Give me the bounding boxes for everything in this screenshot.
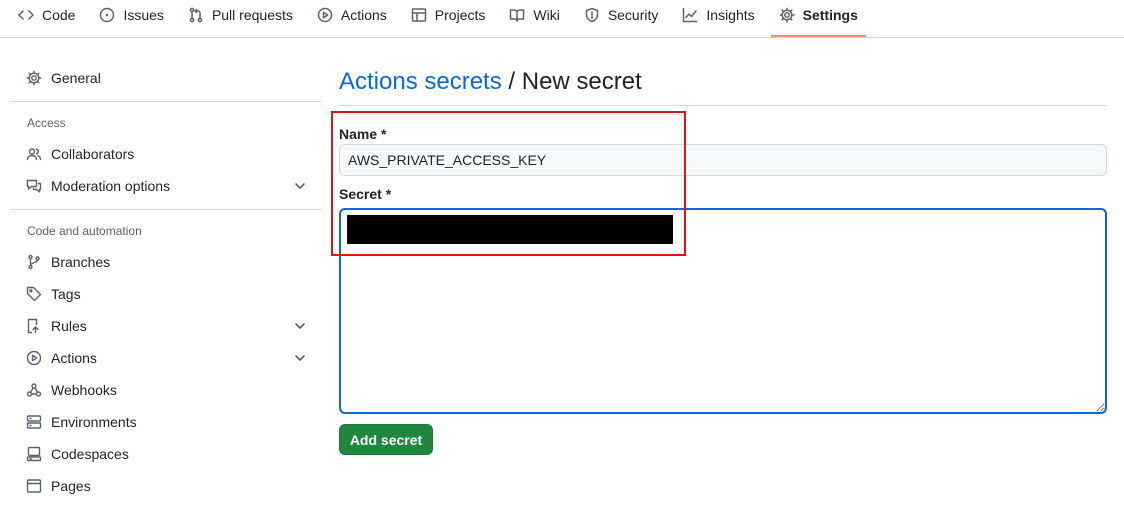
sidebar-item-label: Moderation options bbox=[51, 178, 171, 194]
secret-label: Secret * bbox=[339, 186, 392, 202]
sidebar-item-rules[interactable]: Rules bbox=[10, 310, 322, 342]
sidebar-item-branches[interactable]: Branches bbox=[10, 246, 322, 278]
tab-projects[interactable]: Projects bbox=[403, 0, 494, 29]
secret-form: Actions secrets / New secret Name * Secr… bbox=[339, 62, 1107, 455]
tab-settings[interactable]: Settings bbox=[770, 0, 867, 37]
sidebar-divider bbox=[10, 101, 322, 102]
settings-sidebar: General Access Collaborators Moderation … bbox=[10, 62, 322, 502]
tab-issues[interactable]: Issues bbox=[91, 0, 171, 29]
sidebar-item-webhooks[interactable]: Webhooks bbox=[10, 374, 322, 406]
tab-label: Insights bbox=[706, 6, 755, 23]
webhook-icon bbox=[26, 383, 42, 397]
server-icon bbox=[26, 415, 42, 429]
tab-code[interactable]: Code bbox=[10, 0, 83, 29]
play-icon bbox=[317, 7, 333, 22]
sidebar-item-label: Codespaces bbox=[51, 446, 129, 462]
add-secret-button[interactable]: Add secret bbox=[339, 424, 433, 455]
sidebar-item-collaborators[interactable]: Collaborators bbox=[10, 138, 322, 170]
tab-actions[interactable]: Actions bbox=[309, 0, 395, 29]
sidebar-item-label: Rules bbox=[51, 318, 87, 334]
chevron-down-icon[interactable] bbox=[294, 320, 306, 332]
tab-insights[interactable]: Insights bbox=[674, 0, 762, 29]
sidebar-heading-code-automation: Code and automation bbox=[27, 224, 142, 238]
play-icon bbox=[26, 350, 42, 366]
git-pull-request-icon bbox=[189, 7, 203, 22]
sidebar-item-actions[interactable]: Actions bbox=[10, 342, 322, 374]
tab-label: Wiki bbox=[533, 6, 560, 23]
sidebar-item-label: Pages bbox=[51, 478, 91, 494]
sidebar-item-label: General bbox=[51, 70, 101, 86]
page-title: Actions secrets / New secret bbox=[339, 62, 1107, 102]
breadcrumb-actions-secrets[interactable]: Actions secrets bbox=[339, 68, 502, 95]
codespaces-icon bbox=[26, 446, 42, 462]
browser-icon bbox=[26, 479, 42, 493]
sidebar-item-label: Environments bbox=[51, 414, 137, 430]
comment-discussion-icon bbox=[26, 179, 42, 193]
chevron-down-icon[interactable] bbox=[294, 352, 306, 364]
tab-label: Actions bbox=[340, 6, 387, 23]
sidebar-item-label: Tags bbox=[51, 286, 81, 302]
sidebar-heading-access: Access bbox=[27, 116, 66, 130]
tab-security[interactable]: Security bbox=[576, 0, 667, 29]
people-icon bbox=[26, 148, 42, 161]
table-icon bbox=[411, 7, 427, 22]
sidebar-divider bbox=[10, 209, 322, 210]
repo-nav: Code Issues Pull requests Actions Projec… bbox=[0, 0, 1124, 38]
sidebar-item-label: Webhooks bbox=[51, 382, 117, 398]
name-label: Name * bbox=[339, 126, 387, 142]
page-title-text: New secret bbox=[521, 68, 642, 95]
graph-icon bbox=[683, 7, 698, 22]
shield-icon bbox=[585, 7, 599, 22]
gear-icon bbox=[26, 70, 42, 86]
tab-pull-requests[interactable]: Pull requests bbox=[180, 0, 301, 29]
repo-push-icon bbox=[27, 318, 39, 334]
secret-name-input[interactable] bbox=[339, 144, 1107, 176]
sidebar-item-moderation-options[interactable]: Moderation options bbox=[10, 170, 322, 202]
tab-label: Issues bbox=[123, 6, 164, 23]
chevron-down-icon[interactable] bbox=[294, 180, 306, 192]
sidebar-item-label: Actions bbox=[51, 350, 97, 366]
tag-icon bbox=[26, 286, 42, 302]
sidebar-item-tags[interactable]: Tags bbox=[10, 278, 322, 310]
redacted-secret-value bbox=[347, 215, 673, 244]
git-branch-icon bbox=[28, 254, 40, 270]
sidebar-item-label: Branches bbox=[51, 254, 111, 270]
sidebar-item-general[interactable]: General bbox=[10, 62, 322, 94]
tab-label: Code bbox=[42, 6, 76, 23]
title-divider bbox=[339, 105, 1107, 106]
issue-opened-icon bbox=[100, 7, 115, 22]
book-icon bbox=[510, 8, 525, 22]
sidebar-item-label: Collaborators bbox=[51, 146, 135, 162]
gear-icon bbox=[779, 6, 795, 23]
sidebar-item-pages[interactable]: Pages bbox=[10, 470, 322, 502]
tab-label: Settings bbox=[802, 6, 858, 23]
tab-label: Pull requests bbox=[211, 6, 293, 23]
tab-label: Security bbox=[607, 6, 659, 23]
code-icon bbox=[18, 9, 34, 20]
sidebar-item-codespaces[interactable]: Codespaces bbox=[10, 438, 322, 470]
tab-wiki[interactable]: Wiki bbox=[501, 0, 567, 29]
tab-label: Projects bbox=[434, 6, 486, 23]
breadcrumb-separator: / bbox=[508, 68, 516, 95]
sidebar-item-environments[interactable]: Environments bbox=[10, 406, 322, 438]
